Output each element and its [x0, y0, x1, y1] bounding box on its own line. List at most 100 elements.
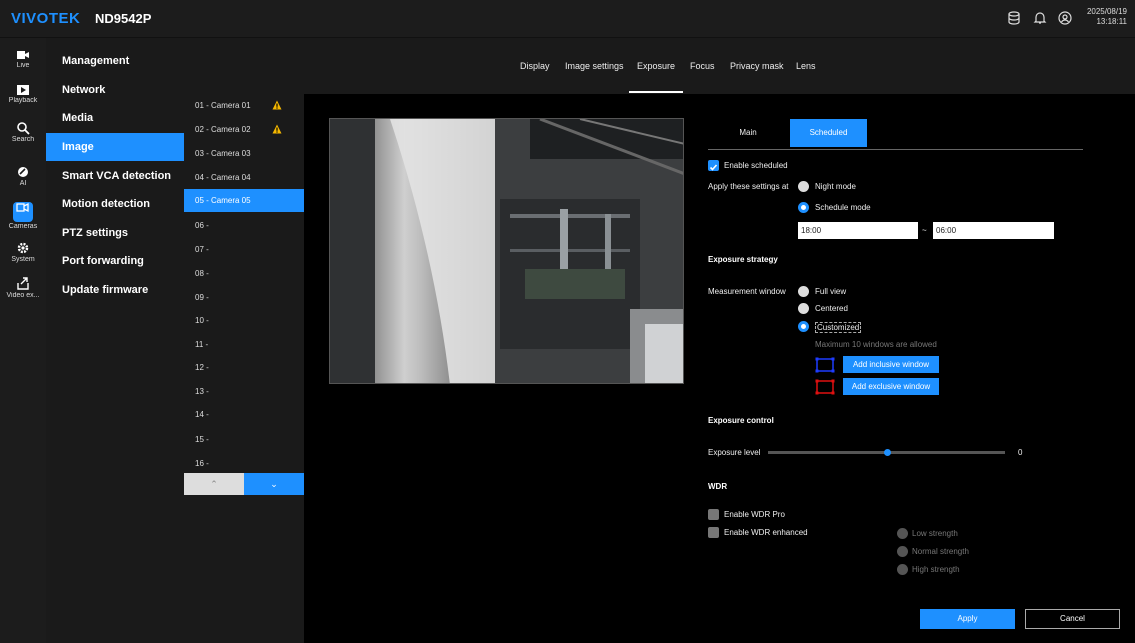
centered-radio[interactable] [798, 303, 809, 314]
device-model: ND9542P [95, 11, 152, 26]
camera-item-10[interactable]: 10 - [184, 309, 304, 332]
camera-label: 01 - Camera 01 [195, 101, 251, 110]
rail-playback[interactable]: Playback [0, 81, 46, 117]
low-strength-radio[interactable] [897, 528, 908, 539]
schedule-from-time-input[interactable]: 18:00 [798, 222, 918, 239]
rail-live[interactable]: Live [0, 46, 46, 82]
vivotek-logo: VIVOTEK [11, 10, 81, 27]
tab-lens[interactable]: Lens [796, 61, 816, 71]
normal-strength-radio[interactable] [897, 546, 908, 557]
enable-wdr-pro-checkbox[interactable] [708, 509, 719, 520]
rail-playback-label: Playback [8, 97, 38, 104]
add-exclusive-window-button[interactable]: Add exclusive window [843, 378, 939, 395]
icon-rail: Live Playback Search AI Cameras System V… [0, 38, 46, 643]
camera-item-14[interactable]: 14 - [184, 403, 304, 426]
rail-system[interactable]: System [0, 238, 46, 274]
menu-item-media[interactable]: Media [46, 104, 184, 132]
schedule-mode-label: Schedule mode [815, 203, 871, 212]
export-icon [17, 277, 29, 290]
exposure-control-title: Exposure control [708, 416, 774, 425]
measurement-window-label: Measurement window [708, 287, 786, 296]
rail-cameras-label: Cameras [8, 223, 38, 230]
enable-scheduled-checkbox[interactable] [708, 160, 719, 171]
full-view-label: Full view [815, 287, 847, 296]
exposure-strategy-title: Exposure strategy [708, 255, 778, 264]
camera-list: 01 - Camera 01 02 - Camera 02 03 - Camer… [184, 94, 304, 643]
enable-scheduled-label: Enable scheduled [724, 161, 788, 170]
apply-button[interactable]: Apply [920, 609, 1015, 629]
user-icon[interactable] [1058, 11, 1072, 25]
camera-item-16[interactable]: 16 - [184, 452, 304, 475]
camera-item-06[interactable]: 06 - [184, 214, 304, 237]
add-inclusive-window-button[interactable]: Add inclusive window [843, 356, 939, 373]
camera-item-04[interactable]: 04 - Camera 04 [184, 166, 304, 189]
camera-item-03[interactable]: 03 - Camera 03 [184, 142, 304, 165]
camera-list-down-button[interactable]: ⌄ [244, 473, 304, 495]
enable-wdr-pro-label: Enable WDR Pro [724, 510, 785, 519]
datetime: 2025/08/19 13:18:11 [1087, 7, 1127, 27]
exclusive-window-icon [815, 379, 835, 395]
camera-item-07[interactable]: 07 - [184, 238, 304, 261]
customized-radio[interactable] [798, 321, 809, 332]
search-icon [17, 122, 30, 135]
tab-image-settings[interactable]: Image settings [565, 61, 624, 71]
night-mode-radio[interactable] [798, 181, 809, 192]
rail-video-export-label: Video ex... [6, 292, 40, 299]
camera-feed-image [330, 119, 683, 383]
tab-exposure[interactable]: Exposure [637, 61, 675, 71]
camera-item-09[interactable]: 09 - [184, 286, 304, 309]
time-range-separator: ~ [922, 226, 927, 235]
rail-ai-label: AI [19, 180, 27, 187]
rail-cameras[interactable]: Cameras [0, 198, 46, 234]
camera-item-02[interactable]: 02 - Camera 02 [184, 118, 304, 141]
menu-item-ptz-settings[interactable]: PTZ settings [46, 219, 184, 247]
rail-search[interactable]: Search [0, 118, 46, 154]
night-mode-label: Night mode [815, 182, 856, 191]
camera-item-05[interactable]: 05 - Camera 05 [184, 189, 304, 212]
bell-icon[interactable] [1033, 11, 1047, 25]
customized-label: Customized [815, 322, 862, 333]
camera-item-12[interactable]: 12 - [184, 356, 304, 379]
enable-wdr-enhanced-checkbox[interactable] [708, 527, 719, 538]
camera-item-01[interactable]: 01 - Camera 01 [184, 94, 304, 117]
segment-main[interactable]: Main [708, 119, 788, 147]
camera-item-13[interactable]: 13 - [184, 380, 304, 403]
apply-settings-label: Apply these settings at [708, 182, 789, 191]
normal-strength-label: Normal strength [912, 547, 969, 556]
rail-video-export[interactable]: Video ex... [0, 274, 46, 310]
camera-item-15[interactable]: 15 - [184, 428, 304, 451]
rail-search-label: Search [11, 136, 35, 143]
video-preview[interactable] [329, 118, 684, 384]
menu-item-management[interactable]: Management [46, 47, 184, 75]
warning-icon [272, 124, 282, 134]
schedule-to-time-input[interactable]: 06:00 [933, 222, 1054, 239]
cancel-button[interactable]: Cancel [1025, 609, 1120, 629]
checkmark-icon [709, 164, 718, 171]
warning-icon [272, 100, 282, 110]
ai-icon [18, 167, 28, 177]
menu-item-port-forwarding[interactable]: Port forwarding [46, 247, 184, 275]
exposure-level-slider-thumb[interactable] [884, 449, 891, 456]
camera-list-up-button[interactable]: ⌃ [184, 473, 244, 495]
database-icon[interactable] [1007, 11, 1021, 25]
high-strength-label: High strength [912, 565, 960, 574]
full-view-radio[interactable] [798, 286, 809, 297]
menu-item-motion-detection[interactable]: Motion detection [46, 190, 184, 218]
tab-display[interactable]: Display [520, 61, 550, 71]
segment-scheduled[interactable]: Scheduled [790, 119, 867, 147]
menu-item-smart-vca[interactable]: Smart VCA detection [46, 162, 184, 190]
rail-ai[interactable]: AI [0, 162, 46, 198]
menu-item-update-firmware[interactable]: Update firmware [46, 276, 184, 304]
schedule-mode-radio[interactable] [798, 202, 809, 213]
menu-item-network[interactable]: Network [46, 76, 184, 104]
low-strength-label: Low strength [912, 529, 958, 538]
rail-system-label: System [11, 256, 35, 263]
camera-item-08[interactable]: 08 - [184, 262, 304, 285]
high-strength-radio[interactable] [897, 564, 908, 575]
tab-focus[interactable]: Focus [690, 61, 715, 71]
centered-label: Centered [815, 304, 848, 313]
tab-privacy-mask[interactable]: Privacy mask [730, 61, 784, 71]
menu-item-image[interactable]: Image [46, 133, 184, 161]
video-camera-icon [17, 51, 29, 59]
camera-item-11[interactable]: 11 - [184, 333, 304, 356]
